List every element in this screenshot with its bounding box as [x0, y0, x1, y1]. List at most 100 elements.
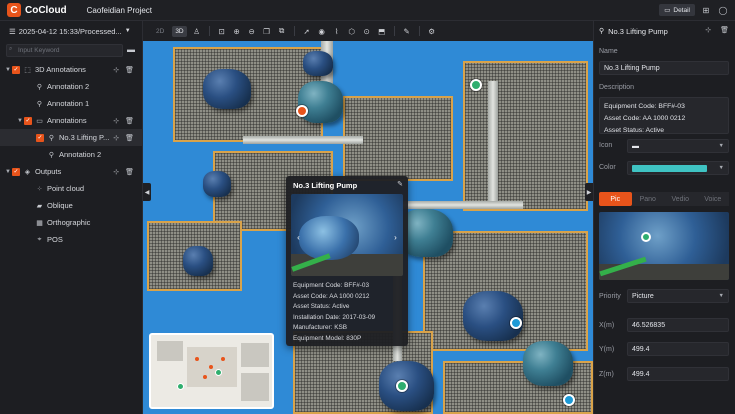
properties-title: No.3 Lifting Pump	[608, 26, 668, 36]
tree-item[interactable]: ✓ ⚲ No.3 Lifting P... ⊹ 🗑	[0, 129, 143, 146]
media-preview[interactable]	[599, 212, 729, 280]
y-input[interactable]: 499.4	[627, 342, 729, 356]
copy-icon[interactable]: ⧉	[277, 26, 287, 37]
priority-value: Picture	[632, 292, 654, 300]
tree-item[interactable]: ⚲ Annotation 2	[0, 146, 143, 163]
tree-item[interactable]: ▰ Oblique	[0, 197, 143, 214]
ortho-icon: ▦	[36, 219, 43, 227]
new-folder-icon[interactable]: ▬	[127, 45, 137, 55]
tree-item[interactable]: ▦ Orthographic	[0, 214, 143, 231]
minimap-location-marker	[177, 383, 184, 390]
tree-item-label: Annotation 2	[47, 82, 90, 91]
pointer-icon[interactable]: ➚	[302, 26, 312, 37]
tree-checkbox[interactable]	[24, 83, 32, 91]
tree-checkbox[interactable]	[24, 100, 32, 108]
tab-pic[interactable]: Pic	[599, 192, 632, 206]
locate-icon[interactable]: ⊹	[113, 168, 119, 176]
delete-icon[interactable]: 🗑	[125, 134, 134, 142]
layers-icon[interactable]: ❐	[262, 26, 272, 37]
grid-icon[interactable]: ⊞	[700, 4, 712, 16]
annotation-marker[interactable]	[510, 317, 522, 329]
tree-checkbox[interactable]	[24, 185, 32, 193]
annotation-marker[interactable]	[563, 394, 575, 406]
tree-checkbox[interactable]	[36, 151, 44, 159]
settings-icon[interactable]: ⚙	[427, 26, 437, 37]
tab-pano[interactable]: Pano	[631, 192, 664, 206]
tree-checkbox[interactable]: ✓	[12, 167, 20, 176]
annotation-marker[interactable]	[296, 105, 308, 117]
icon-select[interactable]: ▬ ▼	[627, 139, 729, 153]
pump-machine	[203, 171, 231, 197]
tree-checkbox[interactable]: ✓	[12, 65, 20, 74]
tree-item-actions: ⊹ 🗑	[113, 168, 134, 176]
search-row: ⌕ ▬	[6, 43, 137, 57]
name-input[interactable]: No.3 Lifting Pump	[599, 61, 729, 75]
measure-icon[interactable]: ⊙	[362, 26, 372, 37]
tab-voice[interactable]: Voice	[696, 192, 729, 206]
minimap-location-marker	[215, 369, 222, 376]
annotation-marker[interactable]	[396, 380, 408, 392]
tree-checkbox[interactable]	[24, 202, 32, 210]
locate-icon[interactable]: ⊹	[113, 66, 119, 74]
minimap[interactable]	[149, 333, 274, 409]
tree-item[interactable]: ⁘ Point cloud	[0, 180, 143, 197]
pipe	[243, 136, 363, 144]
fit-view-icon[interactable]: ⊡	[217, 26, 227, 37]
zoom-in-icon[interactable]: ⊕	[232, 26, 242, 37]
tab-vedio[interactable]: Vedio	[664, 192, 697, 206]
tree-item-label: 3D Annotations	[35, 65, 86, 74]
tree-checkbox[interactable]: ✓	[24, 116, 32, 125]
search-icon: ⌕	[9, 46, 13, 52]
walk-icon[interactable]: ♙	[192, 26, 202, 37]
collapse-right-panel-button[interactable]: ▶	[585, 183, 593, 201]
delete-icon[interactable]: 🗑	[720, 26, 729, 34]
locate-icon[interactable]: ⊹	[113, 117, 119, 125]
zoom-out-icon[interactable]: ⊖	[247, 26, 257, 37]
prev-photo-icon[interactable]: ‹	[294, 231, 303, 243]
x-input[interactable]: 46.526835	[627, 318, 729, 332]
description-textarea[interactable]: Equipment Code: BFF#-03 Asset Code: AA 10…	[599, 97, 729, 134]
priority-select[interactable]: Picture ▼	[627, 289, 729, 303]
search-input[interactable]	[6, 43, 123, 57]
detail-button[interactable]: ▭ Detail	[659, 4, 695, 16]
polyline-icon[interactable]: ⌇	[332, 26, 342, 37]
location-pin-icon[interactable]: ◉	[317, 26, 327, 37]
logo-mark: C	[7, 3, 21, 17]
tree-item[interactable]: ▼ ✓ ◈ Outputs ⊹ 🗑	[0, 163, 143, 180]
delete-icon[interactable]: 🗑	[125, 66, 134, 74]
delete-icon[interactable]: 🗑	[125, 168, 134, 176]
priority-label: Priority	[599, 293, 621, 300]
tree-item[interactable]: ⚲ Annotation 2	[0, 78, 143, 95]
tree-checkbox[interactable]	[24, 236, 32, 244]
tree-checkbox[interactable]	[24, 219, 32, 227]
caret-icon[interactable]: ▼	[16, 118, 24, 124]
tree-item[interactable]: ⌖ POS	[0, 231, 143, 248]
next-photo-icon[interactable]: ›	[391, 231, 400, 243]
caret-icon[interactable]: ▼	[4, 169, 12, 175]
mode-2d-button[interactable]: 2D	[153, 26, 167, 37]
dataset-selector[interactable]: ☰ 2025-04-12 15:33/Processed... ▼	[0, 21, 142, 41]
locate-icon[interactable]: ⊹	[113, 134, 119, 142]
tree-item[interactable]: ⚲ Annotation 1	[0, 95, 143, 112]
tree-item[interactable]: ▼ ✓ ▭ Annotations ⊹ 🗑	[0, 112, 143, 129]
color-select[interactable]: ▼	[627, 161, 729, 175]
mode-3d-button[interactable]: 3D	[172, 25, 187, 37]
popup-field: Equipment Model: 830P	[293, 334, 362, 342]
locate-icon[interactable]: ⊹	[705, 26, 711, 34]
polygon-icon[interactable]: ⬡	[347, 26, 357, 37]
brush-icon[interactable]: ✎	[402, 26, 412, 37]
collapse-left-panel-button[interactable]: ◀	[143, 183, 151, 201]
caret-icon[interactable]: ▼	[4, 67, 12, 73]
tree-checkbox[interactable]: ✓	[36, 133, 44, 142]
monitor-icon: ▭	[664, 7, 671, 14]
annotation-marker[interactable]	[470, 79, 482, 91]
user-icon[interactable]: ◯	[717, 4, 729, 16]
cube-icon: ⬚	[24, 66, 31, 74]
logo: C CoCloud	[7, 3, 67, 17]
tree-item[interactable]: ▼ ✓ ⬚ 3D Annotations ⊹ 🗑	[0, 61, 143, 78]
delete-icon[interactable]: 🗑	[125, 117, 134, 125]
z-input[interactable]: 499.4	[627, 367, 729, 381]
edit-icon[interactable]: ✎	[397, 180, 403, 188]
volume-icon[interactable]: ⬒	[377, 26, 387, 37]
chevron-down-icon: ▼	[124, 28, 131, 34]
